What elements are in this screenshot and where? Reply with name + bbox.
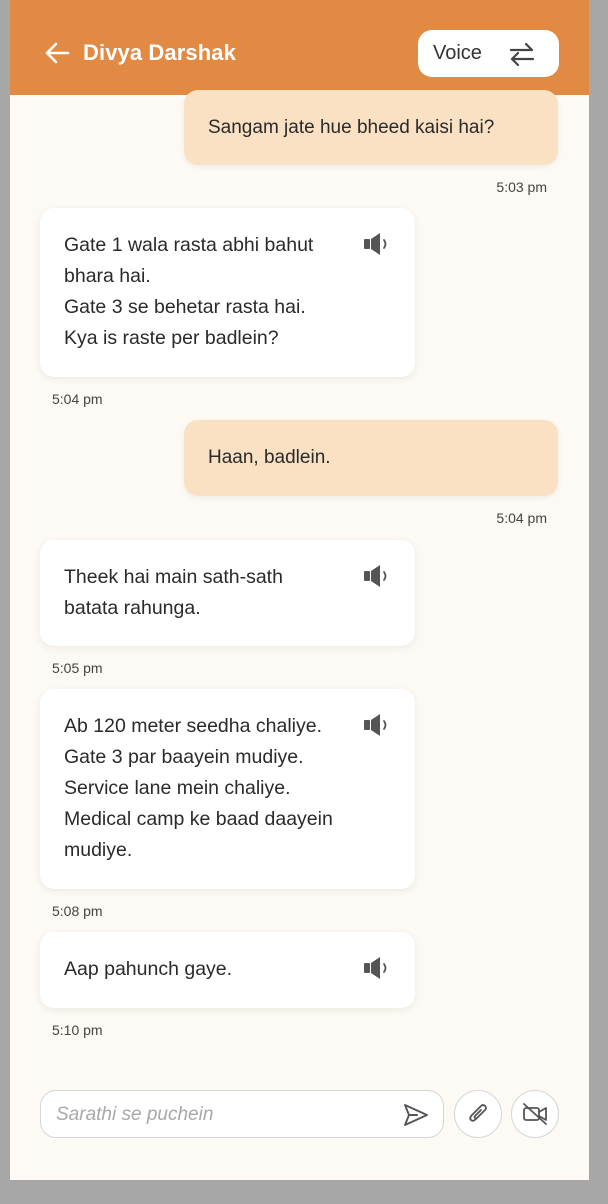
message-line: Gate 3 se behetar rasta hai.	[64, 296, 306, 318]
user-message: Sangam jate hue bheed kaisi hai?	[184, 90, 558, 165]
speaker-icon[interactable]	[363, 956, 393, 980]
user-message: Haan, badlein.	[184, 420, 558, 496]
message-line: Service lane mein chaliye.	[64, 777, 291, 799]
attach-button[interactable]	[454, 1090, 502, 1138]
message-line: Aap pahunch gaye.	[64, 958, 233, 980]
speaker-icon[interactable]	[363, 232, 393, 256]
bot-message: Aap pahunch gaye.	[40, 932, 415, 1008]
input-placeholder: Sarathi se puchein	[56, 1104, 214, 1125]
send-icon[interactable]	[403, 1103, 429, 1127]
arrow-left-icon	[45, 42, 70, 64]
message-time: 5:04 pm	[52, 391, 103, 407]
voice-mode-label: Voice	[433, 42, 482, 64]
message-time: 5:05 pm	[52, 660, 103, 676]
bot-message: Ab 120 meter seedha chaliye. Gate 3 par …	[40, 689, 415, 889]
message-time: 5:08 pm	[52, 903, 103, 919]
message-line: Theek hai main sath-sath	[64, 566, 283, 588]
video-call-button[interactable]	[511, 1090, 559, 1138]
message-line: batata rahunga.	[64, 597, 201, 619]
message-time: 5:04 pm	[496, 510, 547, 526]
message-text: Sangam jate hue bheed kaisi hai?	[208, 116, 495, 138]
message-input[interactable]: Sarathi se puchein	[40, 1090, 444, 1138]
speaker-icon[interactable]	[363, 713, 393, 737]
app-header: Divya Darshak Voice	[10, 0, 589, 95]
voice-mode-toggle[interactable]: Voice	[418, 30, 559, 77]
back-button[interactable]	[42, 38, 72, 68]
chat-title: Divya Darshak	[83, 40, 236, 65]
message-line: Gate 1 wala rasta abhi bahut	[64, 234, 314, 256]
message-line: mudiye.	[64, 839, 133, 861]
speaker-icon[interactable]	[363, 564, 393, 588]
chat-screen: Divya Darshak Voice Sangam jate hue bhee…	[10, 0, 589, 1180]
message-line: Kya is raste per badlein?	[64, 327, 279, 349]
swap-arrows-icon	[509, 42, 535, 66]
message-line: Ab 120 meter seedha chaliye.	[64, 715, 322, 737]
bot-message: Theek hai main sath-sath batata rahunga.	[40, 540, 415, 646]
message-line: bhara hai.	[64, 265, 151, 287]
message-text: Haan, badlein.	[208, 447, 331, 468]
message-line: Medical camp ke baad daayein	[64, 808, 333, 830]
message-time: 5:10 pm	[52, 1022, 103, 1038]
bot-message: Gate 1 wala rasta abhi bahut bhara hai. …	[40, 208, 415, 377]
message-time: 5:03 pm	[496, 179, 547, 195]
message-line: Gate 3 par baayein mudiye.	[64, 746, 304, 768]
video-off-icon	[523, 1103, 547, 1125]
paperclip-icon	[469, 1104, 487, 1122]
